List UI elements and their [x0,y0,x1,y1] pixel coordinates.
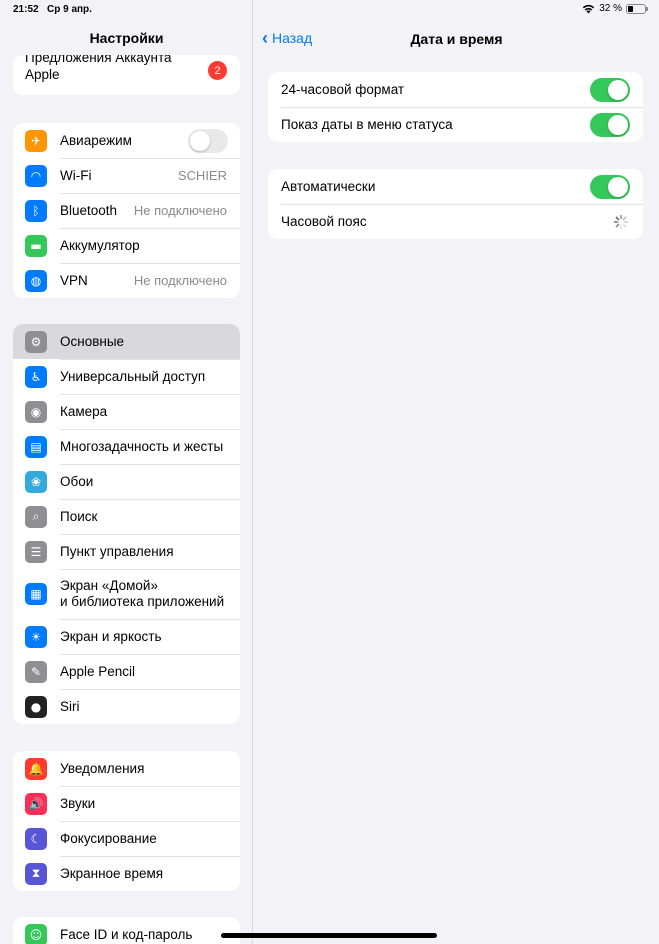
sidebar-item-label: Аккумулятор [60,237,140,253]
sidebar-item-label: Пункт управления [60,543,174,559]
account-suggestions-label: Предложения Аккаунта Apple [25,55,172,83]
battery-icon [626,3,648,14]
row-time-zone[interactable]: Часовой пояс [268,204,643,239]
loading-spinner-icon [613,214,629,229]
notifications-group: 🔔 Уведомления 🔊 Звуки ☾ Фокусирование ⧗ Экранно… [13,751,240,891]
label-automatic: Автоматически [281,179,376,194]
status-date: Ср 9 апр. [47,4,92,15]
faceid-icon: ☺ [25,923,47,944]
label-time-zone: Часовой пояс [281,214,367,229]
bell-icon: 🔔 [25,757,47,780]
sidebar: Настройки Предложения Аккаунта Apple 2 ✈… [0,0,253,944]
account-label-line2: Apple [25,67,60,82]
sidebar-item-label: Фокусирование [60,830,157,846]
wifi-status-icon [583,4,595,13]
sidebar-item-search[interactable]: ⌕ Поиск [13,499,240,534]
speaker-icon: 🔊 [25,792,47,815]
sidebar-item-speaker[interactable]: 🔊 Звуки [13,786,240,821]
sidebar-item-gear[interactable]: ⚙ Основные [13,324,240,359]
sidebar-item-home-screen[interactable]: ▦ Экран «Домой» и библиотека приложений [13,569,240,619]
sidebar-item-wallpaper[interactable]: ❀ Обои [13,464,240,499]
sidebar-item-globe[interactable]: ◍ VPN Не подключено [13,263,240,298]
row-show-date: Показ даты в меню статуса [268,107,643,142]
sidebar-item-label: Уведомления [60,760,145,776]
search-icon: ⌕ [25,505,47,528]
wifi-icon: ◠ [25,164,47,187]
sidebar-item-label: Apple Pencil [60,663,136,679]
camera-icon: ◉ [25,400,47,423]
battery-fill [628,5,634,12]
globe-icon: ◍ [25,269,47,292]
sidebar-item-label: Экран «Домой» и библиотека приложений [60,578,225,609]
sidebar-item-label: Многозадачность и жесты [60,438,224,454]
airplane-icon: ✈ [25,129,47,152]
sidebar-item-bluetooth[interactable]: ᛒ Bluetooth Не подключено [13,193,240,228]
multitasking-icon: ▤ [25,435,47,458]
hourglass-icon: ⧗ [25,862,47,885]
account-group[interactable]: Предложения Аккаунта Apple 2 [13,55,240,95]
sidebar-item-siri[interactable]: ● Siri [13,689,240,724]
sidebar-item-value: Не подключено [133,273,227,288]
sidebar-item-pencil[interactable]: ✎ Apple Pencil [13,654,240,689]
control-center-icon: ☰ [25,540,47,563]
sidebar-item-label: Экран и яркость [60,628,162,644]
gear-icon: ⚙ [25,330,47,353]
toggle-airplane[interactable] [188,128,228,153]
toggle-24h-format[interactable] [590,77,630,102]
sidebar-item-faceid[interactable]: ☺ Face ID и код-пароль [13,917,240,944]
account-label-line1: Предложения Аккаунта [25,55,172,65]
sidebar-item-value: Не подключено [133,203,227,218]
sidebar-item-value: SCHIER [177,168,227,183]
general-group: ⚙ Основные ♿ Универсальный доступ ◉ Камера ▤ Мн… [13,324,240,724]
row-24h-format: 24-часовой формат [268,72,643,107]
sidebar-item-label: Face ID и код-пароль [60,926,193,942]
battery-percent: 32 % [599,3,622,14]
sidebar-item-label: Экранное время [60,865,164,881]
toggle-automatic[interactable] [590,174,630,199]
pencil-icon: ✎ [25,660,47,683]
notification-badge: 2 [208,61,227,80]
row-automatic: Автоматически [268,169,643,204]
sidebar-item-label: Siri [60,698,80,714]
sidebar-item-moon[interactable]: ☾ Фокусирование [13,821,240,856]
status-right: 32 % [582,3,648,14]
sidebar-item-accessibility[interactable]: ♿ Универсальный доступ [13,359,240,394]
bluetooth-icon: ᛒ [25,199,47,222]
status-time: 21:52 [13,4,39,15]
sidebar-item-label: Поиск [60,508,98,524]
format-section: 24-часовой формат Показ даты в меню стат… [268,72,643,142]
siri-icon: ● [25,695,47,718]
sidebar-item-wifi[interactable]: ◠ Wi-Fi SCHIER [13,158,240,193]
page-title: Дата и время [410,31,503,47]
sidebar-item-label: Звуки [60,795,96,811]
status-bar: 21:52 Ср 9 апр. 32 % [0,0,659,20]
sidebar-title: Настройки [89,30,164,46]
sidebar-item-bell[interactable]: 🔔 Уведомления [13,751,240,786]
sidebar-item-battery[interactable]: ▬ Аккумулятор [13,228,240,263]
brightness-icon: ☀ [25,625,47,648]
sidebar-item-multitasking[interactable]: ▤ Многозадачность и жесты [13,429,240,464]
connectivity-group: ✈ Авиарежим ◠ Wi-Fi SCHIER ᛒ Bluetooth Не подкл… [13,123,240,298]
home-screen-icon: ▦ [25,583,47,605]
label-show-date: Показ даты в меню статуса [281,117,453,132]
sidebar-item-label: Универсальный доступ [60,368,206,384]
sidebar-item-brightness[interactable]: ☀ Экран и яркость [13,619,240,654]
sidebar-item-camera[interactable]: ◉ Камера [13,394,240,429]
sidebar-item-label: Основные [60,333,125,349]
toggle-show-date[interactable] [590,112,630,137]
sidebar-item-airplane[interactable]: ✈ Авиарежим [13,123,240,158]
label-24h-format: 24-часовой формат [281,82,405,97]
moon-icon: ☾ [25,827,47,850]
sidebar-item-label: Обои [60,473,94,489]
sidebar-item-control-center[interactable]: ☰ Пункт управления [13,534,240,569]
wallpaper-icon: ❀ [25,470,47,493]
sidebar-item-hourglass[interactable]: ⧗ Экранное время [13,856,240,891]
timezone-section: Автоматически Часовой пояс [268,169,643,239]
security-group: ☺ Face ID и код-пароль [13,917,240,944]
sidebar-item-label: Камера [60,403,108,419]
detail-pane: ‹ Назад Дата и время 24-часовой формат П… [254,0,659,944]
battery-icon: ▬ [25,234,47,257]
accessibility-icon: ♿ [25,365,47,388]
home-indicator[interactable] [221,933,437,938]
